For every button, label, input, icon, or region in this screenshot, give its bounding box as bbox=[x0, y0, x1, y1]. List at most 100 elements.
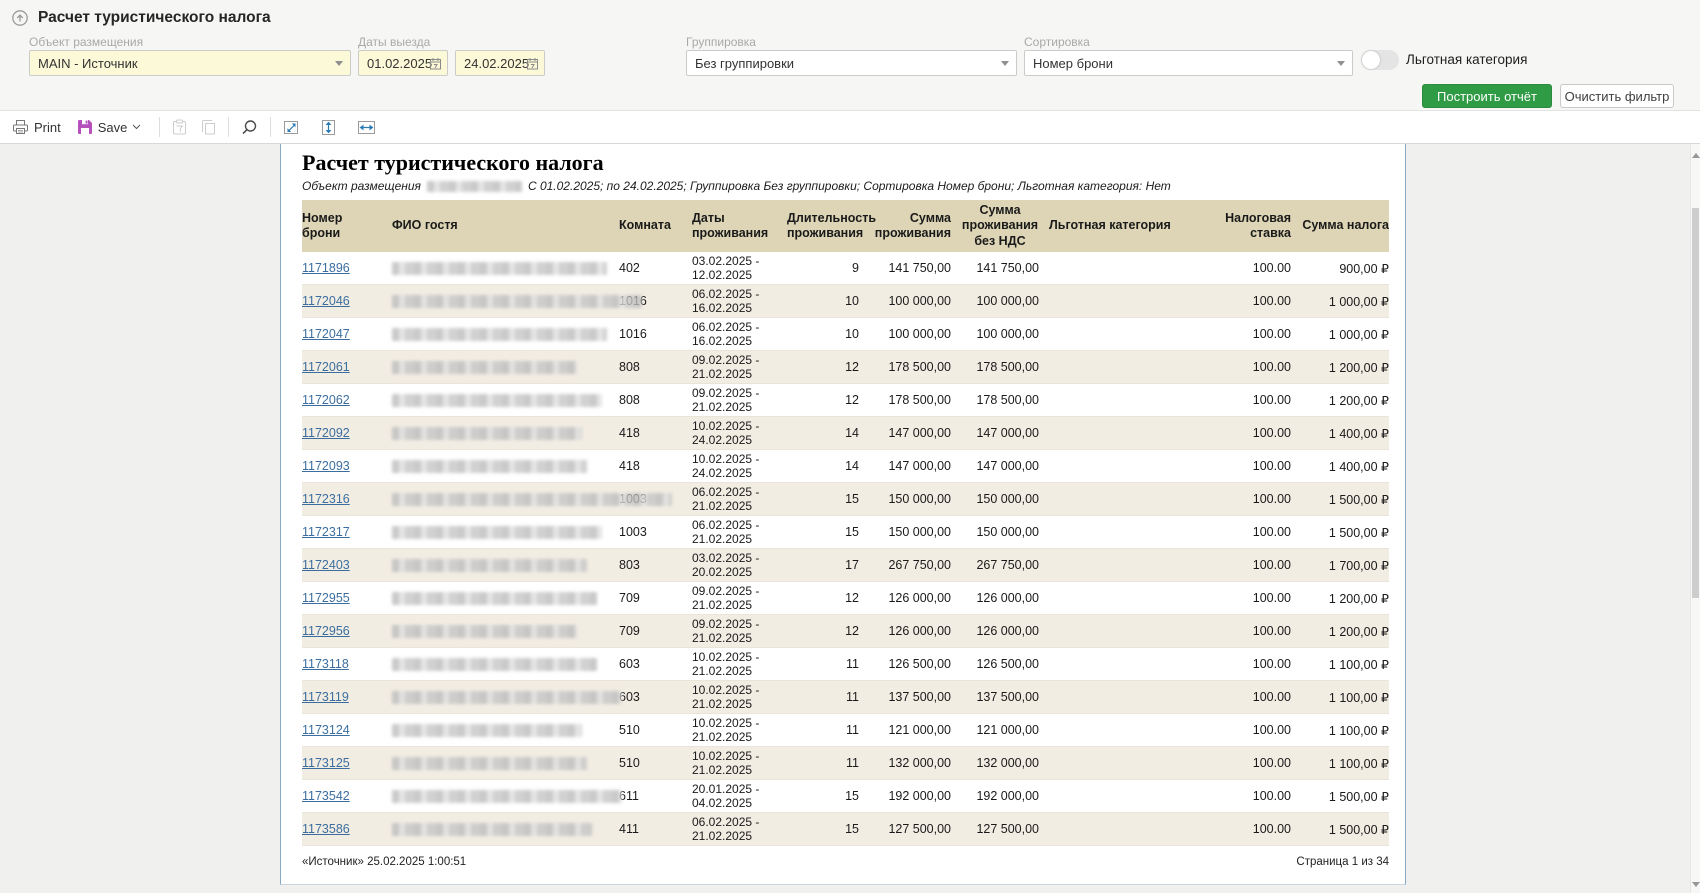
grouping-select[interactable]: Без группировки bbox=[686, 50, 1017, 76]
booking-link[interactable]: 1171896 bbox=[302, 261, 350, 275]
guest-name-redacted bbox=[392, 295, 642, 308]
sorting-select[interactable]: Номер брони bbox=[1024, 50, 1353, 76]
copy-pages-icon bbox=[197, 116, 220, 138]
date-from-input[interactable]: 01.02.2025 bbox=[358, 50, 448, 76]
booking-link[interactable]: 1173118 bbox=[302, 657, 349, 671]
cell-tax: 1 100,00 ₽ bbox=[1296, 747, 1389, 780]
cell-booking: 1172047 bbox=[302, 318, 387, 351]
cell-fio bbox=[387, 813, 614, 846]
sorting-label: Сортировка bbox=[1024, 35, 1090, 49]
collapse-panel-icon[interactable] bbox=[11, 9, 29, 27]
cell-tax: 1 500,00 ₽ bbox=[1296, 780, 1389, 813]
cell-fio bbox=[387, 285, 614, 318]
cell-nights: 15 bbox=[782, 780, 864, 813]
save-menu-chevron-icon[interactable] bbox=[132, 124, 141, 130]
column-header: Комната bbox=[614, 200, 687, 252]
cell-nights: 12 bbox=[782, 384, 864, 417]
cell-fio bbox=[387, 351, 614, 384]
table-row: 117295570909.02.2025 -21.02.202512126 00… bbox=[302, 582, 1389, 615]
cell-fio bbox=[387, 747, 614, 780]
cell-rate: 100.00 bbox=[1179, 516, 1296, 549]
cell-dates: 09.02.2025 -21.02.2025 bbox=[687, 384, 782, 417]
booking-link[interactable]: 1172047 bbox=[302, 327, 350, 341]
cell-rate: 100.00 bbox=[1179, 813, 1296, 846]
cell-booking: 1172955 bbox=[302, 582, 387, 615]
calendar-icon[interactable] bbox=[429, 57, 442, 70]
cell-amount: 137 500,00 bbox=[864, 681, 956, 714]
cell-room: 803 bbox=[614, 549, 687, 582]
scroll-down-arrow-icon[interactable] bbox=[1692, 882, 1700, 887]
toggle-knob bbox=[1362, 51, 1380, 69]
report-table: Номер брониФИО гостяКомнатаДаты проживан… bbox=[302, 200, 1389, 846]
table-row: 117240380303.02.2025 -20.02.202517267 75… bbox=[302, 549, 1389, 582]
booking-link[interactable]: 1172062 bbox=[302, 393, 350, 407]
fit-width-button[interactable] bbox=[353, 117, 380, 138]
report-table-body: 117189640203.02.2025 -12.02.20259141 750… bbox=[302, 252, 1389, 846]
cell-room: 611 bbox=[614, 780, 687, 813]
save-button[interactable]: Save bbox=[73, 116, 146, 138]
column-header: Даты проживания bbox=[687, 200, 782, 252]
cell-fio bbox=[387, 384, 614, 417]
booking-link[interactable]: 1172403 bbox=[302, 558, 350, 572]
cell-room: 510 bbox=[614, 714, 687, 747]
cell-nights: 12 bbox=[782, 615, 864, 648]
cell-room: 808 bbox=[614, 351, 687, 384]
booking-link[interactable]: 1172316 bbox=[302, 492, 350, 506]
object-select[interactable]: MAIN - Источник bbox=[29, 50, 351, 76]
cell-booking: 1173119 bbox=[302, 681, 387, 714]
table-row: 117311860310.02.2025 -21.02.202511126 50… bbox=[302, 648, 1389, 681]
cell-tax: 1 700,00 ₽ bbox=[1296, 549, 1389, 582]
build-report-button[interactable]: Построить отчёт bbox=[1422, 84, 1552, 108]
benefit-category-toggle[interactable] bbox=[1361, 50, 1399, 70]
report-page-footer: «Источник» 25.02.2025 1:00:51 Страница 1… bbox=[302, 856, 1389, 868]
print-button[interactable]: Print bbox=[8, 116, 65, 138]
booking-link[interactable]: 1173586 bbox=[302, 822, 350, 836]
booking-link[interactable]: 1172956 bbox=[302, 624, 350, 638]
cell-fio bbox=[387, 318, 614, 351]
fit-height-button[interactable] bbox=[316, 116, 341, 139]
booking-link[interactable]: 1173124 bbox=[302, 723, 350, 737]
cell-fio bbox=[387, 582, 614, 615]
cell-rate: 100.00 bbox=[1179, 549, 1296, 582]
cell-amount: 121 000,00 bbox=[864, 714, 956, 747]
cell-booking: 1173118 bbox=[302, 648, 387, 681]
cell-amount_no_vat: 100 000,00 bbox=[956, 318, 1044, 351]
cell-amount: 126 000,00 bbox=[864, 582, 956, 615]
booking-link[interactable]: 1172046 bbox=[302, 294, 350, 308]
booking-link[interactable]: 1172092 bbox=[302, 426, 350, 440]
cell-fio bbox=[387, 483, 614, 516]
clear-filter-button[interactable]: Очистить фильтр bbox=[1560, 84, 1674, 108]
cell-tax: 1 200,00 ₽ bbox=[1296, 582, 1389, 615]
viewer-scrollbar[interactable] bbox=[1690, 144, 1700, 893]
magnifier-icon bbox=[241, 119, 258, 136]
booking-link[interactable]: 1172317 bbox=[302, 525, 350, 539]
cell-rate: 100.00 bbox=[1179, 318, 1296, 351]
booking-link[interactable]: 1172955 bbox=[302, 591, 350, 605]
cell-rate: 100.00 bbox=[1179, 582, 1296, 615]
table-row: 117206180809.02.2025 -21.02.202512178 50… bbox=[302, 351, 1389, 384]
booking-link[interactable]: 1173542 bbox=[302, 789, 350, 803]
fit-page-button[interactable] bbox=[279, 116, 304, 139]
cell-nights: 9 bbox=[782, 252, 864, 285]
cell-rate: 100.00 bbox=[1179, 747, 1296, 780]
cell-booking: 1172316 bbox=[302, 483, 387, 516]
scrollbar-thumb[interactable] bbox=[1692, 208, 1699, 598]
date-to-input[interactable]: 24.02.2025 bbox=[455, 50, 545, 76]
search-button[interactable] bbox=[237, 116, 262, 139]
cell-nights: 11 bbox=[782, 648, 864, 681]
booking-link[interactable]: 1173119 bbox=[302, 690, 349, 704]
booking-link[interactable]: 1172093 bbox=[302, 459, 350, 473]
cell-amount_no_vat: 141 750,00 bbox=[956, 252, 1044, 285]
cell-fio bbox=[387, 780, 614, 813]
guest-name-redacted bbox=[392, 691, 622, 704]
calendar-icon[interactable] bbox=[526, 57, 539, 70]
print-label: Print bbox=[34, 120, 61, 135]
cell-amount_no_vat: 267 750,00 bbox=[956, 549, 1044, 582]
booking-link[interactable]: 1172061 bbox=[302, 360, 350, 374]
scroll-up-arrow-icon[interactable] bbox=[1692, 153, 1700, 158]
booking-link[interactable]: 1173125 bbox=[302, 756, 350, 770]
guest-name-redacted bbox=[392, 493, 672, 506]
dates-label: Даты выезда bbox=[358, 35, 430, 49]
footer-source-timestamp: «Источник» 25.02.2025 1:00:51 bbox=[302, 856, 466, 868]
cell-nights: 17 bbox=[782, 549, 864, 582]
